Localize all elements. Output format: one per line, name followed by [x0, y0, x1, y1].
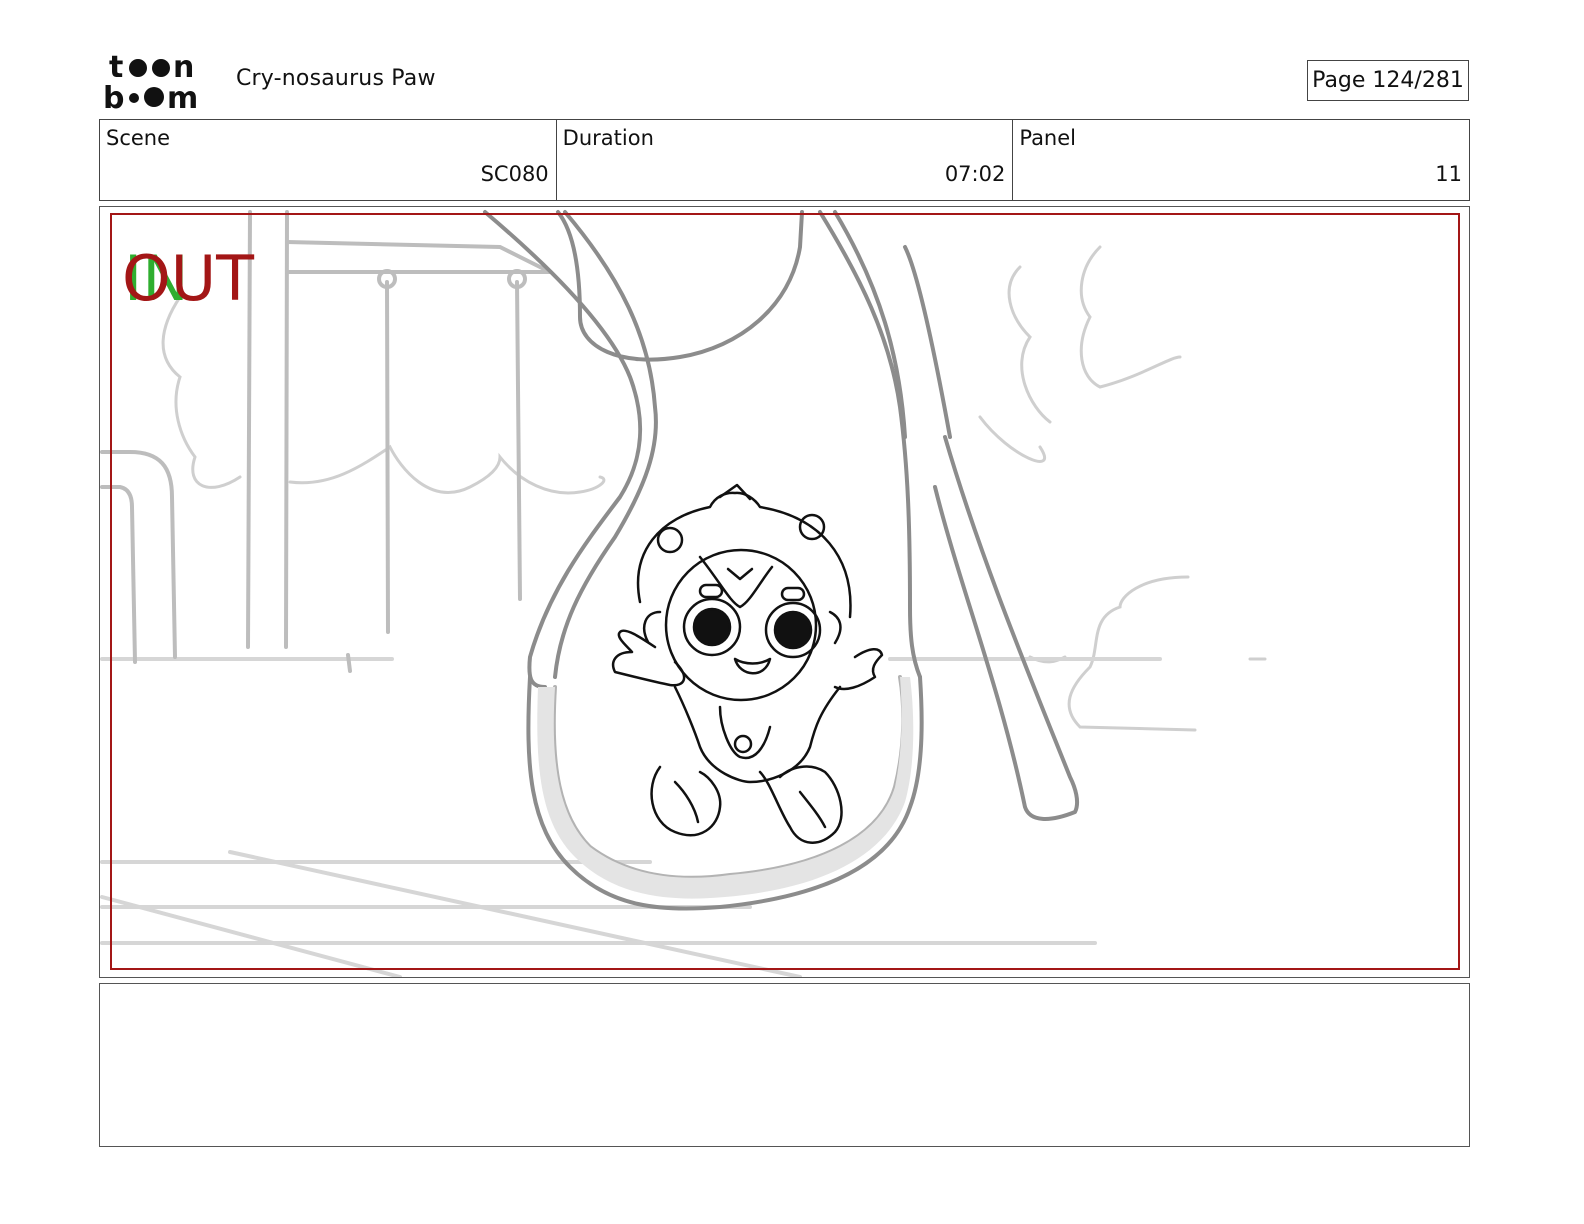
storyboard-panel: IN OUT: [99, 206, 1470, 978]
duration-cell: Duration 07:02: [557, 120, 1014, 200]
safe-frame: [110, 213, 1460, 970]
duration-label: Duration: [562, 126, 654, 150]
scene-cell: Scene SC080: [100, 120, 557, 200]
project-title: Cry-nosaurus Paw: [236, 66, 436, 91]
panel-drawing: IN OUT: [100, 210, 1460, 977]
dino-kid-character: [611, 483, 884, 844]
toon-boom-logo: t n b m: [103, 50, 198, 112]
out-marker: OUT: [122, 242, 255, 315]
panel-label: Panel: [1019, 126, 1076, 150]
svg-text:b: b: [103, 81, 124, 112]
scene-value: SC080: [480, 162, 549, 186]
scene-label: Scene: [106, 126, 171, 150]
svg-text:m: m: [167, 81, 198, 112]
svg-text:n: n: [173, 50, 194, 85]
duration-value: 07:02: [944, 162, 1006, 186]
panel-value: 11: [1435, 162, 1463, 186]
page-number-box: Page 124/281: [1307, 60, 1469, 101]
slide-shading: [537, 677, 914, 899]
svg-text:t: t: [109, 50, 123, 85]
panel-cell: Panel 11: [1013, 120, 1469, 200]
panel-info-row: Scene SC080 Duration 07:02 Panel 11: [99, 119, 1470, 201]
panel-notes-box: [99, 983, 1470, 1147]
